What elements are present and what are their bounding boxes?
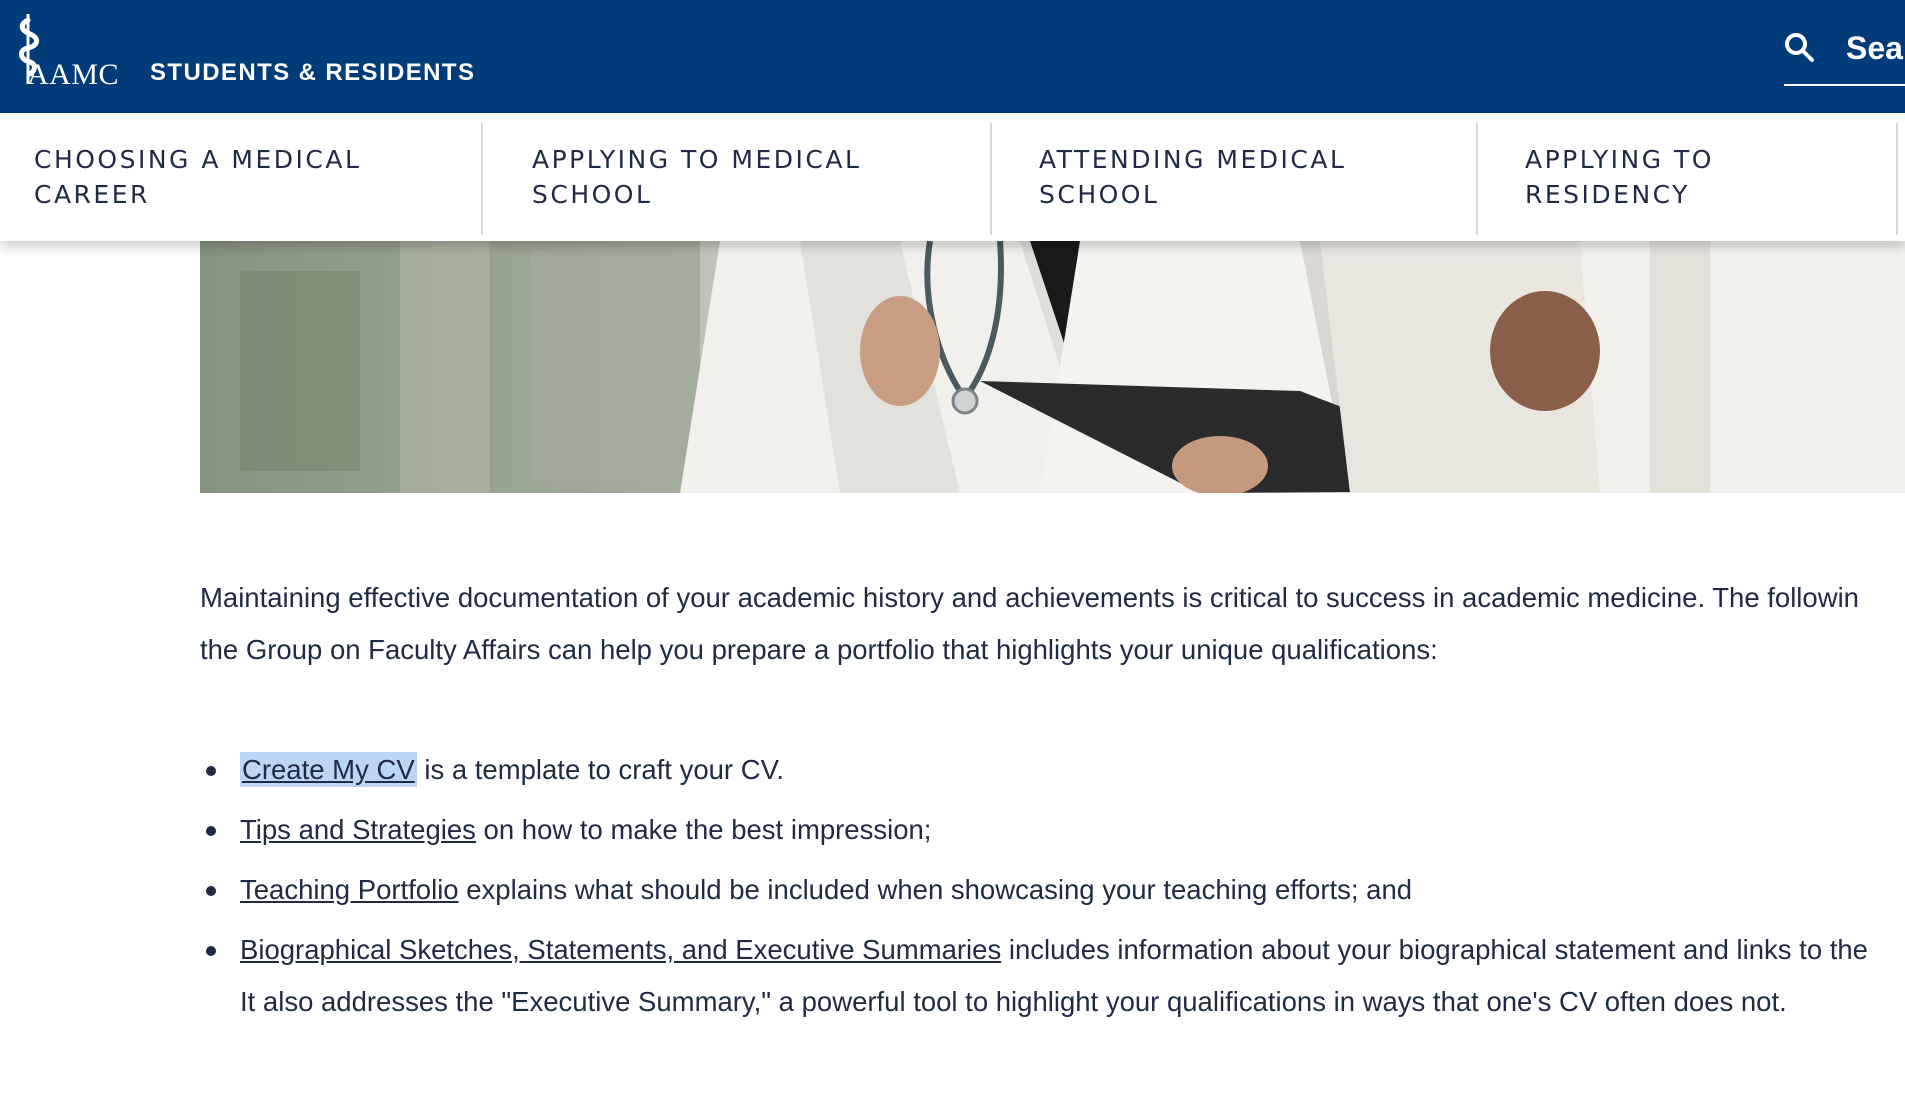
nav-attending-medical-school[interactable]: ATTENDING MEDICAL SCHOOL [1039, 113, 1469, 241]
bullet-dot [206, 886, 216, 896]
doctors-illustration [200, 241, 1905, 493]
bullet-dot [206, 766, 216, 776]
list-item: Create My CV is a template to craft your… [200, 744, 1905, 796]
search-field[interactable]: Sea [1784, 22, 1905, 86]
site-title[interactable]: STUDENTS & RESIDENTS [150, 59, 475, 87]
create-my-cv-link[interactable]: Create My CV [240, 752, 417, 787]
list-item-text: is a template to craft your CV. [416, 754, 785, 785]
intro-paragraph: Maintaining effective documentation of y… [200, 572, 1905, 676]
bullet-dot [206, 946, 216, 956]
teaching-portfolio-link[interactable]: Teaching Portfolio [240, 874, 459, 905]
search-icon[interactable] [1784, 32, 1814, 62]
intro-line: Maintaining effective documentation of y… [200, 582, 1859, 613]
list-item-text: on how to make the best impression; [475, 814, 932, 845]
list-item: Biographical Sketches, Statements, and E… [200, 924, 1905, 1028]
nav-divider [1896, 123, 1898, 235]
nav-applying-to-residency[interactable]: APPLYING TO RESIDENCY [1525, 113, 1885, 241]
nav-divider [481, 123, 483, 235]
resource-list: Create My CV is a template to craft your… [200, 744, 1905, 1036]
biographical-sketches-link[interactable]: Biographical Sketches, Statements, and E… [240, 934, 1001, 965]
search-label[interactable]: Sea [1846, 30, 1903, 67]
tips-and-strategies-link[interactable]: Tips and Strategies [240, 814, 476, 845]
logo-text[interactable]: AAMC [27, 58, 119, 92]
main-navigation: CHOOSING A MEDICAL CAREER APPLYING TO ME… [0, 113, 1905, 241]
nav-divider [1476, 123, 1478, 235]
bullet-dot [206, 826, 216, 836]
nav-choosing-medical-career[interactable]: CHOOSING A MEDICAL CAREER [34, 113, 474, 241]
nav-applying-to-medical-school[interactable]: APPLYING TO MEDICAL SCHOOL [532, 113, 982, 241]
list-item-text: explains what should be included when sh… [458, 874, 1413, 905]
intro-line: the Group on Faculty Affairs can help yo… [200, 634, 1438, 665]
list-item: Tips and Strategies on how to make the b… [200, 804, 1905, 856]
hero-image [200, 241, 1905, 493]
nav-divider [990, 123, 992, 235]
list-item: Teaching Portfolio explains what should … [200, 864, 1905, 916]
site-header: AAMC STUDENTS & RESIDENTS Sea [0, 0, 1905, 113]
list-item-text: includes information about your biograph… [1001, 934, 1868, 965]
list-item-continuation: It also addresses the "Executive Summary… [240, 986, 1787, 1017]
